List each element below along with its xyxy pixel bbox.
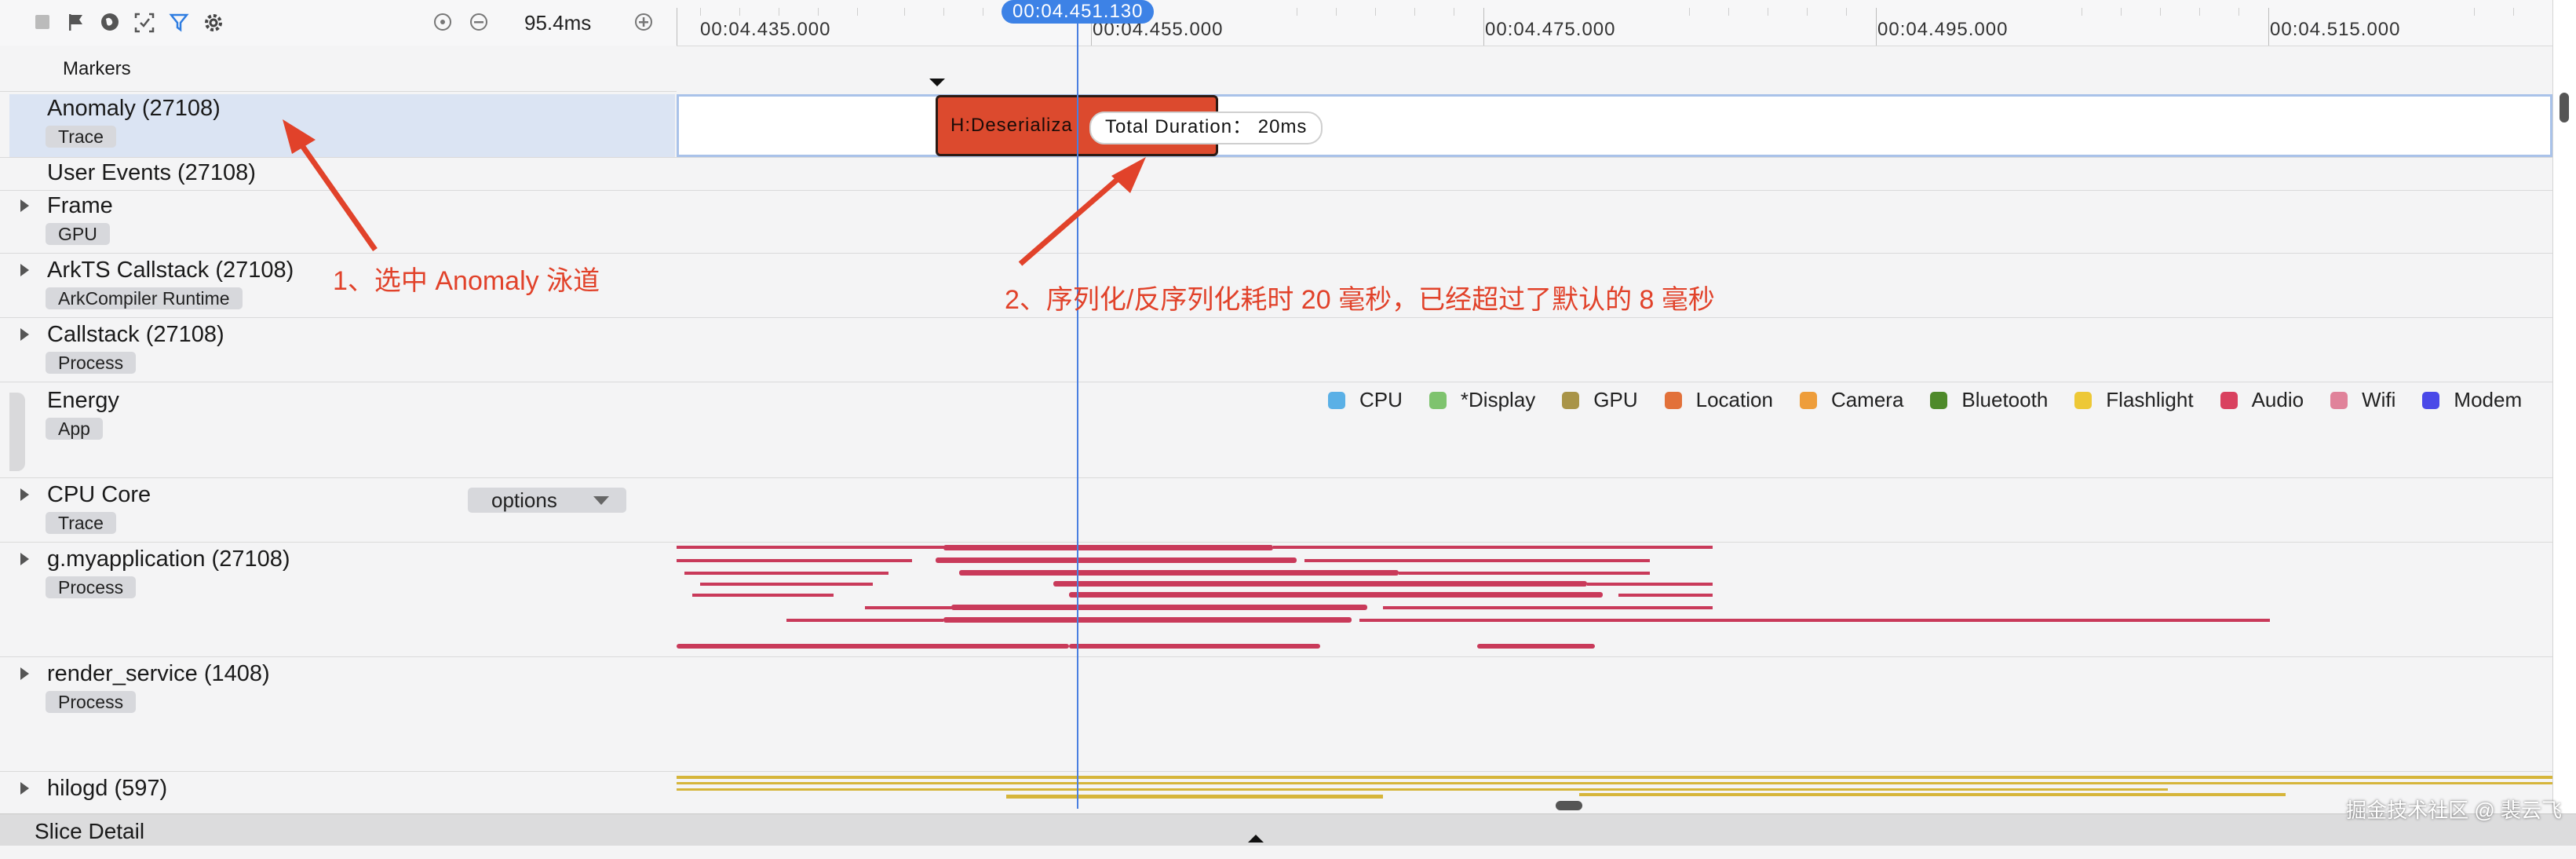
expand-arkts-icon[interactable] xyxy=(20,264,29,276)
time-ruler[interactable]: 00:04.435.000 00:04.455.000 00:04.475.00… xyxy=(677,0,2552,46)
time-cursor-line[interactable] xyxy=(1077,24,1078,809)
legend-label: Audio xyxy=(2251,388,2304,411)
legend-label: Flashlight xyxy=(2106,388,2194,411)
flag-icon[interactable] xyxy=(64,12,86,34)
watermark: 掘金技术社区 @ 裴云飞 xyxy=(2346,799,2562,822)
filter-icon[interactable] xyxy=(168,12,190,34)
options-label: options xyxy=(491,488,557,512)
lane-title-markers[interactable]: Markers xyxy=(63,58,131,80)
legend-item: CPU xyxy=(1328,388,1403,412)
legend-swatch xyxy=(2074,391,2093,409)
cursor-time-badge: 00:04.451.130 xyxy=(1002,0,1155,24)
expand-myapp-icon[interactable] xyxy=(20,553,29,565)
expand-callstack-icon[interactable] xyxy=(20,328,29,341)
legend-label: Wifi xyxy=(2362,388,2396,411)
lane-title-arkts[interactable]: ArkTS Callstack (27108) xyxy=(47,258,294,283)
lane-tag-frame: GPU xyxy=(46,223,110,245)
energy-legend: CPU *Display GPU Location Camera Bluetoo… xyxy=(1328,388,2522,412)
settings-icon[interactable] xyxy=(203,12,224,34)
expand-frame-icon[interactable] xyxy=(20,199,29,212)
expand-hilogd-icon[interactable] xyxy=(20,782,29,795)
legend-swatch xyxy=(1562,391,1580,409)
legend-swatch xyxy=(1328,391,1345,409)
horizontal-scroll-thumb[interactable] xyxy=(1556,801,1582,810)
lane-title-render-service[interactable]: render_service (1408) xyxy=(47,661,270,687)
lane-title-energy[interactable]: Energy xyxy=(47,388,119,414)
cpu-core-options-dropdown[interactable]: options xyxy=(468,488,626,513)
legend-item: Location xyxy=(1664,388,1773,412)
zoom-in-icon[interactable] xyxy=(633,12,655,34)
ruler-tick-label: 00:04.495.000 xyxy=(1877,19,2009,40)
annotation-arrow-2 xyxy=(1018,157,1146,266)
legend-label: *Display xyxy=(1460,388,1536,411)
legend-label: Location xyxy=(1695,388,1773,411)
myapp-thread-activity[interactable] xyxy=(677,542,2552,656)
ruler-tick-label: 00:04.435.000 xyxy=(700,19,831,40)
lane-tag-anomaly: Trace xyxy=(46,126,116,148)
legend-label: CPU xyxy=(1359,388,1403,411)
expand-render-service-icon[interactable] xyxy=(20,667,29,680)
slice-detail-bar[interactable]: Slice Detail xyxy=(0,813,2576,846)
legend-label: Bluetooth xyxy=(1961,388,2049,411)
lane-title-anomaly[interactable]: Anomaly (27108) xyxy=(47,96,221,122)
legend-swatch xyxy=(1428,391,1447,409)
expand-panel-icon[interactable] xyxy=(1248,835,1264,843)
ruler-tick-label: 00:04.515.000 xyxy=(2270,19,2401,40)
chevron-down-icon xyxy=(593,496,609,505)
right-side-panel xyxy=(2552,0,2576,813)
slice-start-marker-icon xyxy=(929,79,945,86)
globe-icon[interactable] xyxy=(99,12,121,34)
legend-item: Audio xyxy=(2220,388,2304,412)
legend-item: *Display xyxy=(1428,388,1536,412)
zoom-level: 95.4ms xyxy=(524,11,592,35)
stop-icon[interactable] xyxy=(31,12,53,34)
annotation-step-2: 2、序列化/反序列化耗时 20 毫秒，已经超过了默认的 8 毫秒 xyxy=(1005,285,1715,315)
duration-tooltip: Total Duration： 20ms xyxy=(1089,111,1323,144)
lane-title-hilogd[interactable]: hilogd (597) xyxy=(47,776,167,802)
legend-swatch xyxy=(2422,391,2440,409)
lane-title-callstack[interactable]: Callstack (27108) xyxy=(47,322,224,348)
lane-tag-render-service: Process xyxy=(46,691,137,713)
legend-item: Modem xyxy=(2422,388,2522,412)
legend-label: Camera xyxy=(1830,388,1904,411)
legend-item: Flashlight xyxy=(2074,388,2194,412)
legend-swatch xyxy=(1799,391,1817,409)
annotation-arrow-1 xyxy=(283,119,378,252)
lane-tag-callstack: Process xyxy=(46,352,137,374)
lane-title-cpu-core[interactable]: CPU Core xyxy=(47,482,151,508)
capture-icon[interactable] xyxy=(133,12,155,34)
lane-title-user-events[interactable]: User Events (27108) xyxy=(47,160,256,186)
zoom-out-icon[interactable] xyxy=(468,12,490,34)
legend-swatch xyxy=(1930,391,1948,409)
legend-item: Camera xyxy=(1799,388,1904,412)
lane-tag-arkts: ArkCompiler Runtime xyxy=(46,287,243,309)
legend-label: GPU xyxy=(1593,388,1638,411)
legend-swatch xyxy=(1664,391,1682,409)
reset-zoom-icon[interactable] xyxy=(432,12,454,34)
vertical-scroll-thumb[interactable] xyxy=(2560,93,2569,122)
legend-label: Modem xyxy=(2454,388,2523,411)
lane-tag-cpu-core: Trace xyxy=(46,512,116,534)
collapse-handle[interactable] xyxy=(9,393,25,471)
legend-swatch xyxy=(2330,391,2348,409)
legend-item: Wifi xyxy=(2330,388,2395,412)
legend-item: Bluetooth xyxy=(1930,388,2048,412)
annotation-step-1: 1、选中 Anomaly 泳道 xyxy=(333,266,600,296)
ruler-tick-label: 00:04.475.000 xyxy=(1485,19,1616,40)
timeline-track-area[interactable]: H:Deserializa Total Duration： 20ms CPU *… xyxy=(677,46,2552,813)
lane-tag-myapp: Process xyxy=(46,576,137,598)
lane-title-frame[interactable]: Frame xyxy=(47,193,113,219)
lane-tag-energy: App xyxy=(46,418,103,440)
slice-detail-title: Slice Detail xyxy=(35,819,145,843)
legend-swatch xyxy=(2220,391,2238,409)
toolbar: 95.4ms xyxy=(0,0,677,46)
lane-title-myapp[interactable]: g.myapplication (27108) xyxy=(47,546,290,572)
legend-item: GPU xyxy=(1562,388,1638,412)
expand-cpu-core-icon[interactable] xyxy=(20,488,29,501)
